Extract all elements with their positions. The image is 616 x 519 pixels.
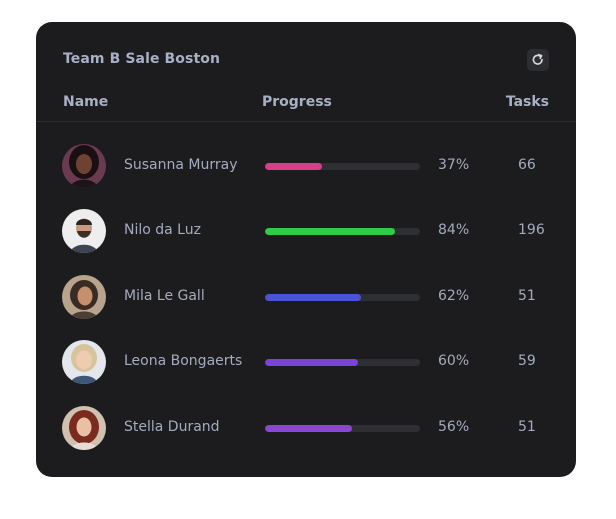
- avatar: [62, 144, 106, 188]
- progress-bar: [265, 294, 420, 301]
- header-divider: [36, 121, 576, 122]
- progress-percent: 56%: [438, 419, 470, 435]
- column-header-progress[interactable]: Progress: [262, 94, 332, 110]
- task-count: 51: [518, 419, 536, 435]
- task-count: 66: [518, 157, 536, 173]
- progress-bar: [265, 425, 420, 432]
- progress-bar: [265, 228, 420, 235]
- progress-fill: [265, 294, 362, 301]
- progress-bar: [265, 163, 420, 170]
- column-header-name[interactable]: Name: [63, 94, 108, 110]
- task-count: 59: [518, 353, 536, 369]
- member-row[interactable]: Nilo da Luz 84% 196: [36, 209, 576, 255]
- progress-fill: [265, 359, 358, 366]
- progress-percent: 60%: [438, 353, 470, 369]
- refresh-button[interactable]: [527, 49, 549, 71]
- member-name: Leona Bongaerts: [124, 353, 243, 369]
- avatar: [62, 209, 106, 253]
- avatar: [62, 406, 106, 450]
- member-name: Nilo da Luz: [124, 222, 201, 238]
- task-count: 196: [518, 222, 545, 238]
- progress-percent: 84%: [438, 222, 470, 238]
- member-row[interactable]: Leona Bongaerts 60% 59: [36, 340, 576, 386]
- progress-fill: [265, 228, 396, 235]
- avatar: [62, 340, 106, 384]
- progress-bar: [265, 359, 420, 366]
- progress-fill: [265, 425, 352, 432]
- team-progress-card: Team B Sale Boston Name Progress Tasks S…: [36, 22, 576, 477]
- progress-percent: 37%: [438, 157, 470, 173]
- member-row[interactable]: Stella Durand 56% 51: [36, 406, 576, 452]
- member-row[interactable]: Susanna Murray 37% 66: [36, 144, 576, 190]
- member-name: Mila Le Gall: [124, 288, 205, 304]
- progress-fill: [265, 163, 323, 170]
- member-row[interactable]: Mila Le Gall 62% 51: [36, 275, 576, 321]
- avatar: [62, 275, 106, 319]
- member-name: Stella Durand: [124, 419, 220, 435]
- column-header-tasks[interactable]: Tasks: [506, 94, 549, 110]
- task-count: 51: [518, 288, 536, 304]
- progress-percent: 62%: [438, 288, 470, 304]
- card-title: Team B Sale Boston: [63, 51, 221, 67]
- refresh-icon: [531, 53, 545, 67]
- member-name: Susanna Murray: [124, 157, 238, 173]
